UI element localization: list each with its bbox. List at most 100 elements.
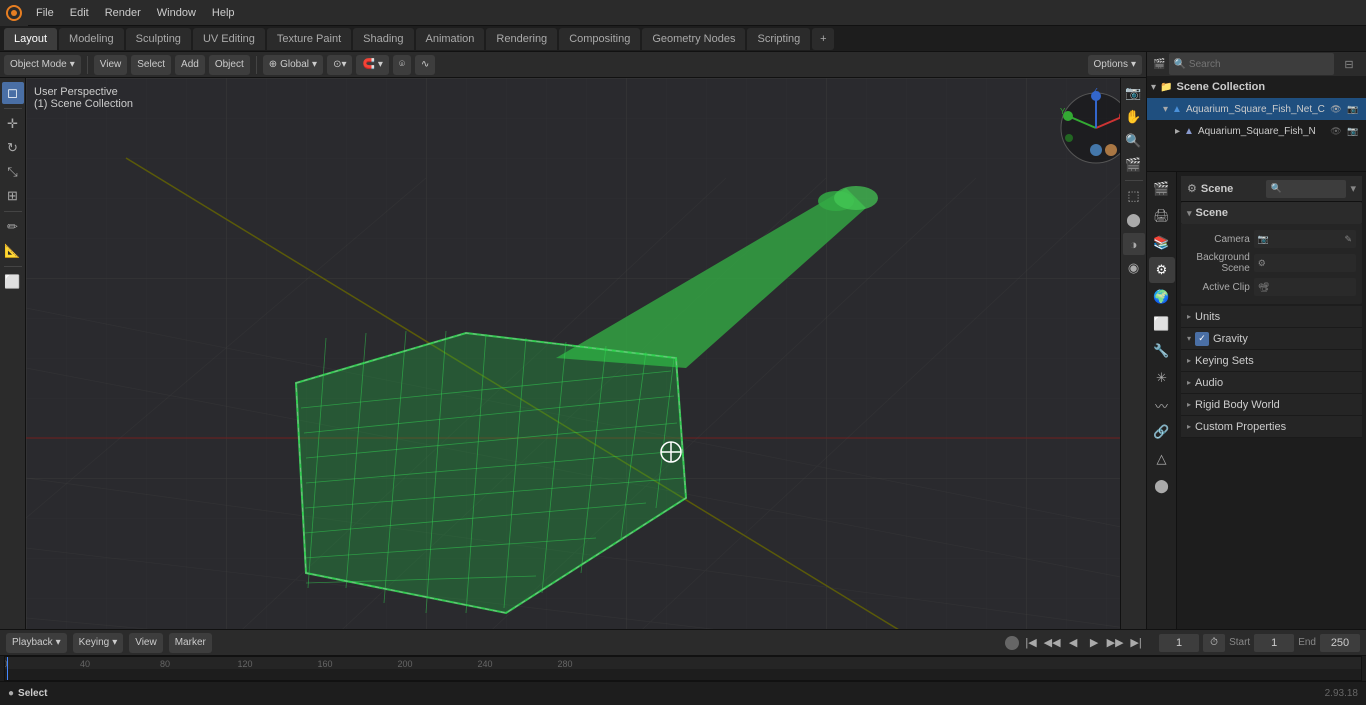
camera-edit-icon[interactable]: ✎ xyxy=(1344,234,1352,245)
move-tool[interactable]: ✛ xyxy=(2,113,24,135)
wireframe-shading[interactable]: ⬚ xyxy=(1123,185,1145,207)
jump-start-btn[interactable]: |◀ xyxy=(1022,634,1040,652)
tab-geometry-nodes[interactable]: Geometry Nodes xyxy=(642,28,745,50)
props-data-tab[interactable]: △ xyxy=(1149,446,1175,472)
next-keyframe-btn[interactable]: ▶▶ xyxy=(1106,634,1124,652)
keying-sets-section[interactable]: ▸ Keying Sets xyxy=(1181,350,1362,372)
timeline-playback-btn[interactable]: Playback ▾ xyxy=(6,633,67,653)
props-world-tab[interactable]: 🌍 xyxy=(1149,284,1175,310)
filter-down-icon[interactable]: ▾ xyxy=(1350,182,1356,195)
menu-file[interactable]: File xyxy=(28,0,62,25)
rendered-shading[interactable]: ◉ xyxy=(1123,257,1145,279)
playhead[interactable] xyxy=(7,657,8,680)
tab-sculpting[interactable]: Sculpting xyxy=(126,28,191,50)
camera-view-btn[interactable]: 📷 xyxy=(1123,82,1145,104)
prev-frame-btn[interactable]: ◀◀ xyxy=(1043,634,1061,652)
search-input[interactable] xyxy=(1189,59,1330,70)
add-menu[interactable]: Add xyxy=(175,55,205,75)
tab-texture-paint[interactable]: Texture Paint xyxy=(267,28,351,50)
jump-end-btn[interactable]: ▶| xyxy=(1127,634,1145,652)
props-physics-tab[interactable]: 〰 xyxy=(1149,392,1175,418)
props-modifier-tab[interactable]: 🔧 xyxy=(1149,338,1175,364)
hand-tool-btn[interactable]: ✋ xyxy=(1123,106,1145,128)
solid-shading[interactable]: ⬤ xyxy=(1123,209,1145,231)
render-visibility-0[interactable]: 📷 xyxy=(1346,102,1360,116)
snap-toggle[interactable]: 🧲▾ xyxy=(356,55,388,75)
tab-scripting[interactable]: Scripting xyxy=(747,28,810,50)
visibility-toggle-0[interactable]: 👁 xyxy=(1329,102,1343,116)
outliner-row-1[interactable]: ▸ ▲ Aquarium_Square_Fish_N 👁 📷 xyxy=(1147,120,1366,142)
props-object-tab[interactable]: ⬜ xyxy=(1149,311,1175,337)
timeline-keying-btn[interactable]: Keying ▾ xyxy=(73,633,124,653)
select-menu[interactable]: Select xyxy=(131,55,171,75)
tab-modeling[interactable]: Modeling xyxy=(59,28,124,50)
outliner-search[interactable]: 🔍 xyxy=(1169,53,1334,75)
view-menu[interactable]: View xyxy=(94,55,128,75)
background-scene-value[interactable]: ⚙ xyxy=(1254,254,1356,272)
options-btn[interactable]: Options ▾ xyxy=(1088,55,1143,75)
add-tab-button[interactable]: + xyxy=(812,28,834,50)
end-frame-display[interactable]: 250 xyxy=(1320,634,1360,652)
camera-value[interactable]: 📷 ✎ xyxy=(1254,230,1356,248)
filter-btn[interactable]: ⊟ xyxy=(1338,53,1360,75)
prev-keyframe-btn[interactable]: ◀ xyxy=(1064,634,1082,652)
outliner-row-0[interactable]: ▾ ▲ Aquarium_Square_Fish_Net_C 👁 📷 xyxy=(1147,98,1366,120)
tab-rendering[interactable]: Rendering xyxy=(486,28,557,50)
props-scene-tab[interactable]: ⚙ xyxy=(1149,257,1175,283)
tab-compositing[interactable]: Compositing xyxy=(559,28,640,50)
app-logo[interactable] xyxy=(0,0,28,26)
scale-tool[interactable]: ⤡ xyxy=(2,161,24,183)
timeline-marker-btn[interactable]: Marker xyxy=(169,633,212,653)
transform-dropdown[interactable]: ⊕ Global ▾ xyxy=(263,55,323,75)
audio-section[interactable]: ▸ Audio xyxy=(1181,372,1362,394)
menu-edit[interactable]: Edit xyxy=(62,0,97,25)
tab-uv-editing[interactable]: UV Editing xyxy=(193,28,265,50)
outliner-scene-collection[interactable]: ▾ 📁 Scene Collection xyxy=(1147,76,1366,98)
menu-help[interactable]: Help xyxy=(204,0,243,25)
tab-shading[interactable]: Shading xyxy=(353,28,413,50)
gravity-section[interactable]: ▾ ✓ Gravity xyxy=(1181,328,1362,350)
visibility-toggle-1[interactable]: 👁 xyxy=(1329,124,1343,138)
props-constraints-tab[interactable]: 🔗 xyxy=(1149,419,1175,445)
gravity-checkbox[interactable]: ✓ xyxy=(1195,332,1209,346)
render-btn[interactable]: 🎬 xyxy=(1123,154,1145,176)
props-render-tab[interactable]: 🎬 xyxy=(1149,176,1175,202)
start-frame-display[interactable]: 1 xyxy=(1254,634,1294,652)
props-particles-tab[interactable]: ✳ xyxy=(1149,365,1175,391)
menu-window[interactable]: Window xyxy=(149,0,204,25)
props-search[interactable]: 🔍 xyxy=(1266,180,1346,198)
viewport-3d[interactable]: User Perspective (1) Scene Collection X xyxy=(26,78,1146,629)
units-section[interactable]: ▸ Units xyxy=(1181,306,1362,328)
viewport-canvas[interactable]: User Perspective (1) Scene Collection X xyxy=(26,78,1146,629)
fps-btn[interactable]: ⏱ xyxy=(1203,634,1225,652)
current-frame-display[interactable]: 1 xyxy=(1159,634,1199,652)
tab-animation[interactable]: Animation xyxy=(416,28,485,50)
timeline-view-btn[interactable]: View xyxy=(129,633,163,653)
pivot-point[interactable]: ⊙▾ xyxy=(327,55,352,75)
props-view-layer-tab[interactable]: 📚 xyxy=(1149,230,1175,256)
cursor-tool[interactable]: ◻ xyxy=(2,82,24,104)
add-cube-tool[interactable]: ⬜ xyxy=(2,271,24,293)
props-material-tab[interactable]: ⬤ xyxy=(1149,473,1175,499)
object-mode-dropdown[interactable]: Object Mode ▾ xyxy=(4,55,81,75)
rotate-tool[interactable]: ↻ xyxy=(2,137,24,159)
measure-tool[interactable]: 📐 xyxy=(2,240,24,262)
record-btn[interactable] xyxy=(1005,636,1019,650)
play-btn[interactable]: ▶ xyxy=(1085,634,1103,652)
rigid-body-section[interactable]: ▸ Rigid Body World xyxy=(1181,394,1362,416)
scene-section-header[interactable]: ▾ Scene xyxy=(1181,202,1362,224)
zoom-btn[interactable]: 🔍 xyxy=(1123,130,1145,152)
transform-tool[interactable]: ⊞ xyxy=(2,185,24,207)
active-clip-value[interactable]: 📽 xyxy=(1254,278,1356,296)
props-output-tab[interactable]: 🖨 xyxy=(1149,203,1175,229)
graph-icon[interactable]: ∿ xyxy=(415,55,435,75)
proportional-editing[interactable]: ⌾ xyxy=(393,55,411,75)
custom-props-section[interactable]: ▸ Custom Properties xyxy=(1181,416,1362,438)
timeline-track[interactable]: 0 40 80 120 160 200 240 280 xyxy=(4,656,1362,681)
material-shading[interactable]: ◑ xyxy=(1123,233,1145,255)
render-visibility-1[interactable]: 📷 xyxy=(1346,124,1360,138)
menu-render[interactable]: Render xyxy=(97,0,149,25)
object-menu[interactable]: Object xyxy=(209,55,250,75)
tab-layout[interactable]: Layout xyxy=(4,28,57,50)
annotate-tool[interactable]: ✏ xyxy=(2,216,24,238)
